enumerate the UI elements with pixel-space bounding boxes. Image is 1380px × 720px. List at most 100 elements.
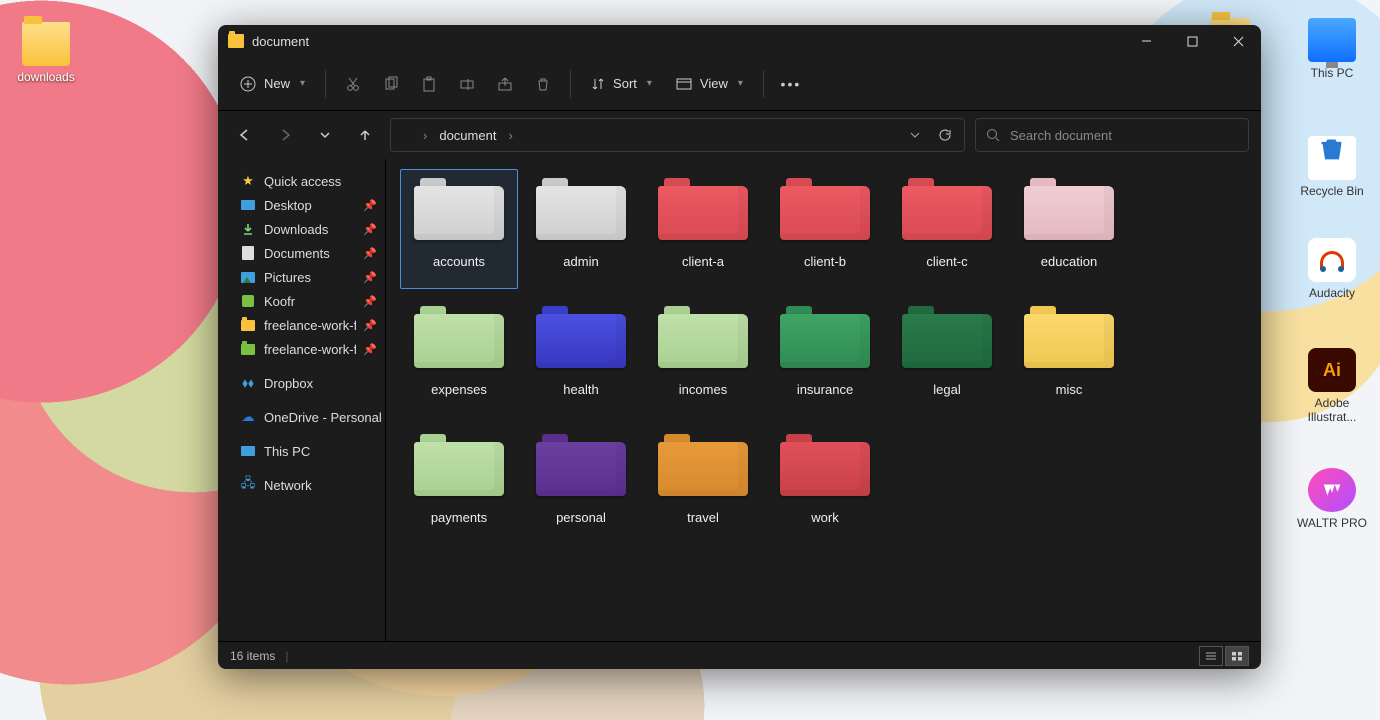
separator xyxy=(763,70,764,98)
share-button[interactable] xyxy=(488,67,522,101)
folder-icon xyxy=(536,434,626,496)
new-button[interactable]: New▾ xyxy=(230,70,315,98)
folder-label: misc xyxy=(1056,382,1083,397)
sidebar: ★Quick access Desktop📌 Downloads📌 Docume… xyxy=(218,159,386,641)
address-bar[interactable]: › document › xyxy=(390,118,965,152)
pin-icon: 📌 xyxy=(363,247,377,260)
folder-label: health xyxy=(563,382,598,397)
address-history-button[interactable] xyxy=(904,120,926,150)
rename-button[interactable] xyxy=(450,67,484,101)
sidebar-item-desktop[interactable]: Desktop📌 xyxy=(220,193,383,217)
folder-icon xyxy=(22,22,70,66)
folder-label: education xyxy=(1041,254,1097,269)
onedrive-icon: ☁ xyxy=(240,409,256,425)
cut-button[interactable] xyxy=(336,67,370,101)
back-button[interactable] xyxy=(230,120,260,150)
sidebar-item-thispc[interactable]: This PC xyxy=(220,439,383,463)
chevron-right-icon: › xyxy=(423,128,427,143)
dropbox-icon: ⬧⬧ xyxy=(240,375,256,391)
details-view-button[interactable] xyxy=(1199,646,1223,666)
paste-button[interactable] xyxy=(412,67,446,101)
folder-label: work xyxy=(811,510,838,525)
download-icon xyxy=(240,221,256,237)
pin-icon: 📌 xyxy=(363,223,377,236)
sort-button[interactable]: Sort▾ xyxy=(581,70,662,97)
folder-icon xyxy=(399,129,415,142)
folder-item-insurance[interactable]: insurance xyxy=(766,297,884,417)
folder-item-payments[interactable]: payments xyxy=(400,425,518,545)
desktop-icon-label: Adobe Illustrat... xyxy=(1308,396,1357,424)
desktop-icon-ai[interactable]: Ai Adobe Illustrat... xyxy=(1294,348,1370,424)
sidebar-item-quick-access[interactable]: ★Quick access xyxy=(220,169,383,193)
folder-item-travel[interactable]: travel xyxy=(644,425,762,545)
sidebar-item-documents[interactable]: Documents📌 xyxy=(220,241,383,265)
folder-icon xyxy=(240,317,256,333)
search-icon xyxy=(986,128,1000,142)
desktop-icon xyxy=(240,197,256,213)
titlebar[interactable]: document xyxy=(218,25,1261,57)
more-button[interactable]: ••• xyxy=(774,67,808,101)
pin-icon: 📌 xyxy=(363,295,377,308)
view-button[interactable]: View▾ xyxy=(666,70,753,97)
folder-item-health[interactable]: health xyxy=(522,297,640,417)
desktop-icon-downloads[interactable]: downloads xyxy=(8,22,84,84)
folder-icon xyxy=(1024,178,1114,240)
maximize-button[interactable] xyxy=(1169,25,1215,57)
search-input[interactable]: Search document xyxy=(975,118,1249,152)
chevron-down-icon: ▾ xyxy=(647,78,652,89)
desktop-icon-thispc[interactable]: This PC xyxy=(1294,18,1370,80)
folder-item-legal[interactable]: legal xyxy=(888,297,1006,417)
folder-item-personal[interactable]: personal xyxy=(522,425,640,545)
desktop-icon-waltr[interactable]: WALTR PRO xyxy=(1294,468,1370,530)
sidebar-item-koofr[interactable]: Koofr📌 xyxy=(220,289,383,313)
network-icon: 🖧 xyxy=(240,477,256,493)
desktop-icon-label: WALTR PRO xyxy=(1297,516,1367,530)
folder-item-client-a[interactable]: client-a xyxy=(644,169,762,289)
view-icon xyxy=(676,77,692,91)
refresh-button[interactable] xyxy=(934,120,956,150)
folder-item-work[interactable]: work xyxy=(766,425,884,545)
audacity-icon xyxy=(1308,238,1356,282)
folder-item-misc[interactable]: misc xyxy=(1010,297,1128,417)
folder-item-incomes[interactable]: incomes xyxy=(644,297,762,417)
desktop-icon-label: downloads xyxy=(17,70,74,84)
icons-view-button[interactable] xyxy=(1225,646,1249,666)
folder-item-admin[interactable]: admin xyxy=(522,169,640,289)
copy-button[interactable] xyxy=(374,67,408,101)
folder-icon xyxy=(228,34,244,48)
folder-label: legal xyxy=(933,382,960,397)
forward-button[interactable] xyxy=(270,120,300,150)
folder-grid: accounts admin client-aclient-bclient-c edu… xyxy=(386,159,1261,641)
recent-button[interactable] xyxy=(310,120,340,150)
sidebar-item-freelance1[interactable]: freelance-work-f📌 xyxy=(220,313,383,337)
plus-circle-icon xyxy=(240,76,256,92)
folder-item-client-c[interactable]: client-c xyxy=(888,169,1006,289)
sidebar-item-network[interactable]: 🖧Network xyxy=(220,473,383,497)
sidebar-item-freelance2[interactable]: freelance-work-f📌 xyxy=(220,337,383,361)
folder-icon xyxy=(902,178,992,240)
folder-label: admin xyxy=(563,254,598,269)
desktop-icon-audacity[interactable]: Audacity xyxy=(1294,238,1370,300)
up-button[interactable] xyxy=(350,120,380,150)
sidebar-item-onedrive[interactable]: ☁OneDrive - Personal xyxy=(220,405,383,429)
pin-icon: 📌 xyxy=(363,343,377,356)
sidebar-item-pictures[interactable]: Pictures📌 xyxy=(220,265,383,289)
folder-item-accounts[interactable]: accounts xyxy=(400,169,518,289)
recycle-icon xyxy=(1308,136,1356,180)
sidebar-item-downloads[interactable]: Downloads📌 xyxy=(220,217,383,241)
breadcrumb-segment[interactable]: document xyxy=(435,126,500,145)
folder-label: expenses xyxy=(431,382,487,397)
pin-icon: 📌 xyxy=(363,271,377,284)
minimize-button[interactable] xyxy=(1123,25,1169,57)
delete-button[interactable] xyxy=(526,67,560,101)
desktop-icon-recycle[interactable]: Recycle Bin xyxy=(1294,128,1370,198)
folder-item-expenses[interactable]: expenses xyxy=(400,297,518,417)
sidebar-item-dropbox[interactable]: ⬧⬧Dropbox xyxy=(220,371,383,395)
separator xyxy=(570,70,571,98)
folder-label: accounts xyxy=(433,254,485,269)
explorer-body: ★Quick access Desktop📌 Downloads📌 Docume… xyxy=(218,159,1261,641)
folder-item-client-b[interactable]: client-b xyxy=(766,169,884,289)
folder-icon xyxy=(658,434,748,496)
folder-item-education[interactable]: education xyxy=(1010,169,1128,289)
close-button[interactable] xyxy=(1215,25,1261,57)
